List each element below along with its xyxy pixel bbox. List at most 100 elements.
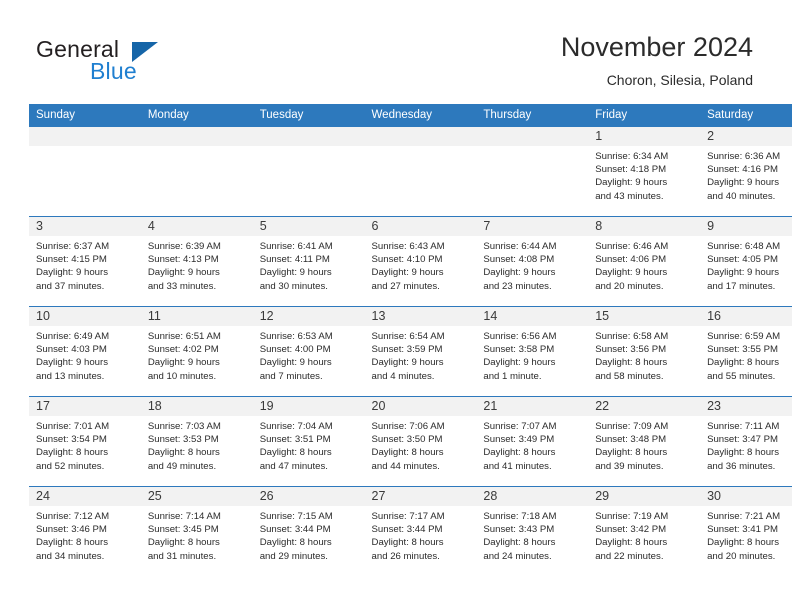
day-number: 8 xyxy=(588,217,701,236)
day-number: 25 xyxy=(140,487,253,506)
sunset-text: Sunset: 4:06 PM xyxy=(595,254,667,266)
daylight-text-line1: Daylight: 9 hours xyxy=(595,177,668,189)
sunrise-text: Sunrise: 7:09 AM xyxy=(595,421,669,432)
daylight-text-line2: and 17 minutes. xyxy=(707,280,776,292)
sunrise-text: Sunrise: 7:19 AM xyxy=(595,511,669,522)
daylight-text-line2: and 58 minutes. xyxy=(595,370,664,382)
calendar-day-cell[interactable]: 4 Sunrise: 6:39 AM Sunset: 4:13 PM Daylight… xyxy=(140,216,253,307)
day-number: 30 xyxy=(700,487,792,506)
calendar-day-cell-empty xyxy=(29,127,141,217)
calendar-day-cell[interactable]: 27 Sunrise: 7:17 AM Sunset: 3:44 PM Dayligh… xyxy=(364,486,477,576)
sunrise-text: Sunrise: 6:48 AM xyxy=(707,241,781,252)
calendar-day-cell[interactable]: 14 Sunrise: 6:56 AM Sunset: 3:58 PM Dayligh… xyxy=(476,306,589,397)
sunrise-text: Sunrise: 6:51 AM xyxy=(147,331,221,342)
daylight-text-line2: and 29 minutes. xyxy=(259,550,328,562)
day-number: 28 xyxy=(476,487,589,506)
calendar-day-cell[interactable]: 11 Sunrise: 6:51 AM Sunset: 4:02 PM Dayligh… xyxy=(140,306,253,397)
calendar-day-cell[interactable]: 2 Sunrise: 6:36 AM Sunset: 4:16 PM Daylight… xyxy=(700,127,792,217)
sunset-text: Sunset: 3:41 PM xyxy=(707,524,778,536)
daylight-text-line1: Daylight: 8 hours xyxy=(595,357,668,369)
sunset-text: Sunset: 3:48 PM xyxy=(595,434,667,446)
day-details: Sunrise: 6:49 AM Sunset: 4:03 PM Daylight:… xyxy=(29,326,141,383)
day-details: Sunrise: 6:59 AM Sunset: 3:55 PM Daylight:… xyxy=(700,326,792,383)
calendar-day-cell[interactable]: 21 Sunrise: 7:07 AM Sunset: 3:49 PM Dayligh… xyxy=(476,396,589,487)
daylight-text-line1: Daylight: 8 hours xyxy=(36,537,108,549)
calendar-day-cell[interactable]: 3 Sunrise: 6:37 AM Sunset: 4:15 PM Daylight… xyxy=(29,216,141,307)
calendar-day-cell[interactable]: 15 Sunrise: 6:58 AM Sunset: 3:56 PM Dayligh… xyxy=(588,306,701,397)
day-details: Sunrise: 7:18 AM Sunset: 3:43 PM Daylight:… xyxy=(476,506,588,563)
day-number: 29 xyxy=(588,487,701,506)
logo-text-blue: Blue xyxy=(90,58,137,84)
calendar-day-cell[interactable]: 8 Sunrise: 6:46 AM Sunset: 4:06 PM Daylight… xyxy=(588,216,701,307)
day-number: 13 xyxy=(364,307,477,326)
sunset-text: Sunset: 3:42 PM xyxy=(595,524,667,536)
sunset-text: Sunset: 4:02 PM xyxy=(147,344,219,356)
calendar-day-cell[interactable]: 16 Sunrise: 6:59 AM Sunset: 3:55 PM Dayligh… xyxy=(700,306,792,397)
day-number: 3 xyxy=(29,217,141,236)
weekday-header-saturday: Saturday xyxy=(700,104,792,127)
calendar-day-cell[interactable]: 1 Sunrise: 6:34 AM Sunset: 4:18 PM Daylight… xyxy=(588,127,701,217)
sunset-text: Sunset: 3:45 PM xyxy=(147,524,219,536)
day-number: 1 xyxy=(588,127,701,146)
title-block: November 2024 Choron, Silesia, Poland xyxy=(561,30,753,90)
daylight-text-line2: and 37 minutes. xyxy=(36,280,105,292)
day-details xyxy=(476,146,588,150)
day-details: Sunrise: 6:41 AM Sunset: 4:11 PM Daylight:… xyxy=(253,236,365,293)
daylight-text-line2: and 22 minutes. xyxy=(595,550,664,562)
day-details: Sunrise: 7:04 AM Sunset: 3:51 PM Daylight:… xyxy=(253,416,365,473)
day-number xyxy=(140,127,253,146)
calendar-day-cell[interactable]: 26 Sunrise: 7:15 AM Sunset: 3:44 PM Dayligh… xyxy=(252,486,365,576)
daylight-text-line1: Daylight: 8 hours xyxy=(147,447,220,459)
day-number: 17 xyxy=(29,397,141,416)
day-details: Sunrise: 6:43 AM Sunset: 4:10 PM Daylight:… xyxy=(365,236,477,293)
calendar-day-cell[interactable]: 17 Sunrise: 7:01 AM Sunset: 3:54 PM Dayligh… xyxy=(29,396,141,487)
sunset-text: Sunset: 4:16 PM xyxy=(707,164,778,176)
calendar-day-cell[interactable]: 9 Sunrise: 6:48 AM Sunset: 4:05 PM Daylight… xyxy=(700,216,792,307)
calendar-day-cell[interactable]: 29 Sunrise: 7:19 AM Sunset: 3:42 PM Dayligh… xyxy=(588,486,701,576)
calendar-day-cell-empty xyxy=(252,127,365,217)
calendar-day-cell[interactable]: 23 Sunrise: 7:11 AM Sunset: 3:47 PM Dayligh… xyxy=(700,396,792,487)
day-number: 11 xyxy=(140,307,253,326)
weekday-header-thursday: Thursday xyxy=(476,104,589,127)
day-details: Sunrise: 7:12 AM Sunset: 3:46 PM Daylight:… xyxy=(29,506,141,563)
daylight-text-line2: and 4 minutes. xyxy=(371,370,435,382)
sunset-text: Sunset: 3:56 PM xyxy=(595,344,667,356)
calendar-day-cell[interactable]: 6 Sunrise: 6:43 AM Sunset: 4:10 PM Daylight… xyxy=(364,216,477,307)
weekday-header-sunday: Sunday xyxy=(29,104,141,127)
calendar-week-row: 24 Sunrise: 7:12 AM Sunset: 3:46 PM Dayligh… xyxy=(29,486,792,576)
sunrise-text: Sunrise: 7:03 AM xyxy=(147,421,221,432)
daylight-text-line2: and 1 minute. xyxy=(483,370,542,382)
page-header: General Blue November 2024 Choron, Siles… xyxy=(0,0,792,104)
day-number: 7 xyxy=(476,217,589,236)
calendar-day-cell[interactable]: 25 Sunrise: 7:14 AM Sunset: 3:45 PM Dayligh… xyxy=(140,486,253,576)
calendar-day-cell[interactable]: 10 Sunrise: 6:49 AM Sunset: 4:03 PM Dayligh… xyxy=(29,306,141,397)
daylight-text-line2: and 20 minutes. xyxy=(595,280,664,292)
day-number xyxy=(364,127,477,146)
calendar-day-cell[interactable]: 24 Sunrise: 7:12 AM Sunset: 3:46 PM Dayligh… xyxy=(29,486,141,576)
daylight-text-line1: Daylight: 8 hours xyxy=(147,537,220,549)
calendar-day-cell[interactable]: 22 Sunrise: 7:09 AM Sunset: 3:48 PM Dayligh… xyxy=(588,396,701,487)
day-number: 19 xyxy=(252,397,365,416)
sunrise-text: Sunrise: 6:37 AM xyxy=(36,241,110,252)
sunset-text: Sunset: 4:08 PM xyxy=(483,254,555,266)
calendar-day-cell[interactable]: 12 Sunrise: 6:53 AM Sunset: 4:00 PM Dayligh… xyxy=(252,306,365,397)
calendar-day-cell[interactable]: 7 Sunrise: 6:44 AM Sunset: 4:08 PM Daylight… xyxy=(476,216,589,307)
calendar-day-cell[interactable]: 5 Sunrise: 6:41 AM Sunset: 4:11 PM Daylight… xyxy=(252,216,365,307)
sunset-text: Sunset: 4:00 PM xyxy=(259,344,331,356)
calendar-day-cell[interactable]: 28 Sunrise: 7:18 AM Sunset: 3:43 PM Dayligh… xyxy=(476,486,589,576)
daylight-text-line2: and 30 minutes. xyxy=(259,280,328,292)
day-details: Sunrise: 6:48 AM Sunset: 4:05 PM Daylight:… xyxy=(700,236,792,293)
calendar-day-cell[interactable]: 13 Sunrise: 6:54 AM Sunset: 3:59 PM Dayligh… xyxy=(364,306,477,397)
general-blue-logo[interactable]: General Blue xyxy=(36,36,236,88)
weekday-header-monday: Monday xyxy=(140,104,253,127)
day-details: Sunrise: 6:54 AM Sunset: 3:59 PM Daylight:… xyxy=(365,326,477,383)
calendar-day-cell[interactable]: 19 Sunrise: 7:04 AM Sunset: 3:51 PM Dayligh… xyxy=(252,396,365,487)
calendar-day-cell[interactable]: 18 Sunrise: 7:03 AM Sunset: 3:53 PM Dayligh… xyxy=(140,396,253,487)
calendar-day-cell[interactable]: 20 Sunrise: 7:06 AM Sunset: 3:50 PM Dayligh… xyxy=(364,396,477,487)
sunrise-text: Sunrise: 7:06 AM xyxy=(371,421,445,432)
daylight-text-line2: and 26 minutes. xyxy=(371,550,440,562)
calendar-week-row: 1 Sunrise: 6:34 AM Sunset: 4:18 PM Daylight… xyxy=(29,127,792,217)
day-details: Sunrise: 7:01 AM Sunset: 3:54 PM Daylight:… xyxy=(29,416,141,473)
daylight-text-line1: Daylight: 9 hours xyxy=(147,267,220,279)
calendar-day-cell[interactable]: 30 Sunrise: 7:21 AM Sunset: 3:41 PM Dayligh… xyxy=(700,486,792,576)
